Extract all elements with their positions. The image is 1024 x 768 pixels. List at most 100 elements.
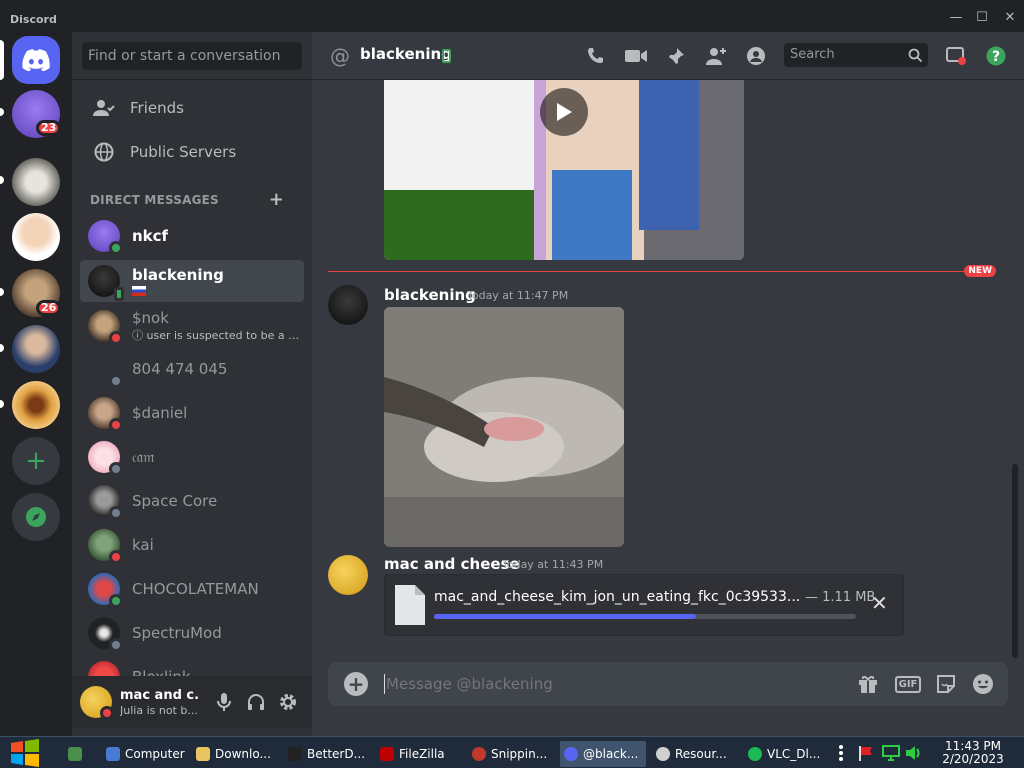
avatar bbox=[88, 617, 123, 652]
help-icon[interactable]: ? bbox=[984, 44, 1008, 68]
taskbar-item-label: BetterD... bbox=[307, 747, 366, 761]
find-conversation-button[interactable]: Find or start a conversation bbox=[82, 42, 302, 70]
taskbar-item-downloads[interactable]: Downlo... bbox=[192, 741, 276, 767]
dm-item[interactable]: nkcf bbox=[80, 215, 304, 257]
server-mention-badge: 26 bbox=[36, 300, 62, 316]
file-icon bbox=[395, 585, 425, 625]
computer-icon bbox=[106, 747, 120, 761]
dm-item[interactable]: kai bbox=[80, 524, 304, 566]
headphones-icon[interactable] bbox=[246, 692, 266, 712]
show-desktop-button[interactable] bbox=[64, 741, 92, 767]
gif-icon: GIF bbox=[894, 675, 922, 693]
system-clock[interactable]: 11:43 PM 2/20/2023 bbox=[932, 740, 1014, 766]
pinned-messages-icon[interactable] bbox=[664, 44, 688, 68]
avatar bbox=[88, 265, 124, 301]
avatar bbox=[88, 220, 123, 255]
dm-name: Space Core bbox=[132, 492, 218, 510]
inbox-icon[interactable] bbox=[944, 44, 968, 68]
dm-item[interactable]: $daniel bbox=[80, 392, 304, 434]
sticker-icon[interactable] bbox=[934, 672, 958, 696]
header-search-input[interactable]: Search bbox=[784, 43, 928, 67]
taskbar-item-label: Computer bbox=[125, 747, 185, 761]
unread-pill bbox=[0, 344, 4, 352]
dm-name: SpectruMod bbox=[132, 624, 222, 642]
dm-name: blackening bbox=[132, 266, 224, 284]
nav-public-servers[interactable]: Public Servers bbox=[80, 131, 304, 173]
dm-item[interactable]: CHOCOLATEMAN bbox=[80, 568, 304, 610]
taskbar-item-label: FileZilla bbox=[399, 747, 445, 761]
windows-start-icon[interactable] bbox=[8, 739, 42, 767]
taskbar-item-resource-monitor[interactable]: Resour... bbox=[652, 741, 736, 767]
create-dm-button[interactable]: + bbox=[269, 189, 284, 210]
server-icon-2[interactable] bbox=[12, 158, 60, 206]
server-icon-3[interactable] bbox=[12, 213, 60, 261]
taskbar-item-discord[interactable]: @black... bbox=[560, 741, 646, 767]
nav-friends[interactable]: Friends bbox=[80, 87, 304, 129]
message-input[interactable] bbox=[386, 672, 836, 696]
play-icon bbox=[557, 103, 572, 121]
emoji-icon[interactable] bbox=[971, 672, 995, 696]
maximize-button[interactable]: ☐ bbox=[968, 10, 996, 30]
gift-icon[interactable] bbox=[856, 672, 880, 696]
settings-gear-icon[interactable] bbox=[278, 692, 298, 712]
dm-item[interactable]: 804 474 045 bbox=[80, 348, 304, 390]
new-tag: NEW bbox=[964, 265, 996, 277]
taskbar-item-label: Downlo... bbox=[215, 747, 271, 761]
gif-button[interactable]: GIF bbox=[894, 672, 922, 696]
user-profile-icon[interactable] bbox=[744, 44, 768, 68]
video-attachment[interactable] bbox=[384, 80, 744, 260]
status-mobile-icon bbox=[114, 287, 124, 301]
video-call-icon[interactable] bbox=[624, 44, 648, 68]
network-icon[interactable] bbox=[882, 743, 900, 763]
text-cursor bbox=[384, 674, 385, 694]
cancel-upload-icon[interactable]: ✕ bbox=[871, 591, 888, 615]
nav-friends-label: Friends bbox=[130, 99, 184, 117]
image-attachment[interactable] bbox=[384, 307, 624, 547]
action-center-flag-icon[interactable] bbox=[858, 743, 874, 763]
attach-plus-icon[interactable]: + bbox=[344, 672, 368, 696]
taskbar-item-vlc[interactable]: VLC_Dl... bbox=[744, 741, 832, 767]
tray-overflow-icon[interactable] bbox=[838, 743, 844, 763]
taskbar-item-computer[interactable]: Computer bbox=[102, 741, 186, 767]
russia-flag-icon bbox=[132, 286, 146, 296]
dm-item[interactable]: $nok ⓘ user is suspected to be a p... bbox=[80, 305, 304, 347]
volume-icon[interactable] bbox=[905, 743, 923, 763]
message-avatar[interactable] bbox=[328, 555, 368, 595]
clock-date: 2/20/2023 bbox=[942, 752, 1004, 766]
message-author[interactable]: mac and cheese bbox=[384, 555, 520, 573]
taskbar-item-filezilla[interactable]: FileZilla bbox=[376, 741, 460, 767]
minimize-button[interactable]: — bbox=[942, 10, 970, 30]
close-window-button[interactable]: ✕ bbox=[996, 10, 1024, 30]
server-rail: 23 26 + bbox=[0, 32, 72, 736]
plus-icon: + bbox=[25, 446, 47, 476]
header-search-label: Search bbox=[790, 47, 835, 62]
server-icon-6[interactable] bbox=[12, 381, 60, 429]
unread-pill bbox=[0, 400, 4, 408]
add-friend-to-dm-icon[interactable] bbox=[704, 44, 728, 68]
dm-item[interactable]: 𝔠𝔞𝔪 bbox=[80, 436, 304, 478]
taskbar-item-betterdiscord[interactable]: BetterD... bbox=[284, 741, 368, 767]
microphone-icon[interactable] bbox=[214, 692, 234, 712]
folder-icon bbox=[196, 747, 210, 761]
taskbar-item-snipping[interactable]: Snippin... bbox=[468, 741, 552, 767]
avatar bbox=[88, 397, 123, 432]
message-scrollbar[interactable] bbox=[1012, 464, 1018, 658]
taskbar-item-label: @black... bbox=[583, 747, 639, 761]
status-dnd-icon bbox=[100, 706, 114, 720]
server-icon-5[interactable] bbox=[12, 325, 60, 373]
dm-item[interactable]: SpectruMod bbox=[80, 612, 304, 654]
home-button[interactable] bbox=[12, 36, 60, 84]
filezilla-icon bbox=[380, 747, 394, 761]
svg-text:?: ? bbox=[992, 49, 1000, 65]
dm-item[interactable]: Space Core bbox=[80, 480, 304, 522]
message-avatar[interactable] bbox=[328, 285, 368, 325]
explore-servers-button[interactable] bbox=[12, 493, 60, 541]
upload-filename: mac_and_cheese_kim_jon_un_eating_fkc_0c3… bbox=[434, 589, 801, 605]
server-mention-badge: 23 bbox=[36, 120, 62, 136]
message-composer: + GIF bbox=[328, 662, 1008, 706]
dm-item[interactable]: blackening bbox=[80, 260, 304, 302]
message-author[interactable]: blackening bbox=[384, 286, 476, 304]
add-server-button[interactable]: + bbox=[12, 437, 60, 485]
play-button[interactable] bbox=[540, 88, 588, 136]
voice-call-icon[interactable] bbox=[584, 44, 608, 68]
